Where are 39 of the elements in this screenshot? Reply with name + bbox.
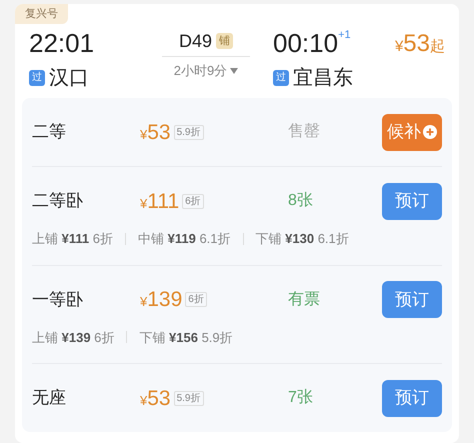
ticket-status: 有票 [288,290,321,310]
day-offset: +1 [338,30,351,41]
waitlist-button[interactable]: 候补 [382,114,442,150]
book-button[interactable]: 预订 [382,281,442,318]
discount-tag: 5.9折 [174,390,204,406]
berth-tag: 铺 [216,33,234,49]
book-button[interactable]: 预订 [382,380,442,416]
plus-circle-icon [423,125,437,139]
seat-price: ¥139 [140,289,182,310]
pass-through-badge: 过 [273,70,289,86]
book-button[interactable]: 预订 [382,182,442,220]
seat-class: 一等卧 [32,288,84,311]
discount-tag: 6折 [182,194,204,208]
berth-price: 上铺 ¥139 6折 [32,328,114,346]
seat-class: 二等 [32,121,67,144]
arrival-time: 00:10 [273,30,338,56]
train-type-tag: 复兴号 [15,4,68,24]
berth-price: 下铺 ¥130 6.1折 [256,230,349,248]
ticket-status: 售罄 [288,122,321,142]
train-number: D49 [178,30,212,52]
departure-time: 22:01 [29,30,96,56]
station-name: 宜昌东 [293,68,353,88]
seat-price: ¥111 [140,190,180,212]
pass-through-badge: 过 [29,70,45,86]
ticket-status: 7张 [288,388,314,408]
station-name: 汉口 [49,68,89,88]
discount-tag: 5.9折 [174,124,204,140]
seat-class: 二等卧 [32,190,84,212]
berth-price: 上铺 ¥111 6折 [32,230,113,248]
lowest-price: ¥53起 [394,32,445,56]
caret-icon [230,68,238,74]
seat-class: 无座 [32,387,67,410]
seat-price: ¥53 [140,388,171,408]
duration-dropdown[interactable]: 2小时9分 [174,61,238,80]
berth-price: 中铺 ¥119 6.1折 [138,230,231,248]
berth-price: 下铺 ¥156 5.9折 [139,328,233,346]
ticket-status: 8张 [288,190,314,211]
discount-tag: 6折 [185,292,207,307]
seat-price: ¥53 [140,122,171,142]
